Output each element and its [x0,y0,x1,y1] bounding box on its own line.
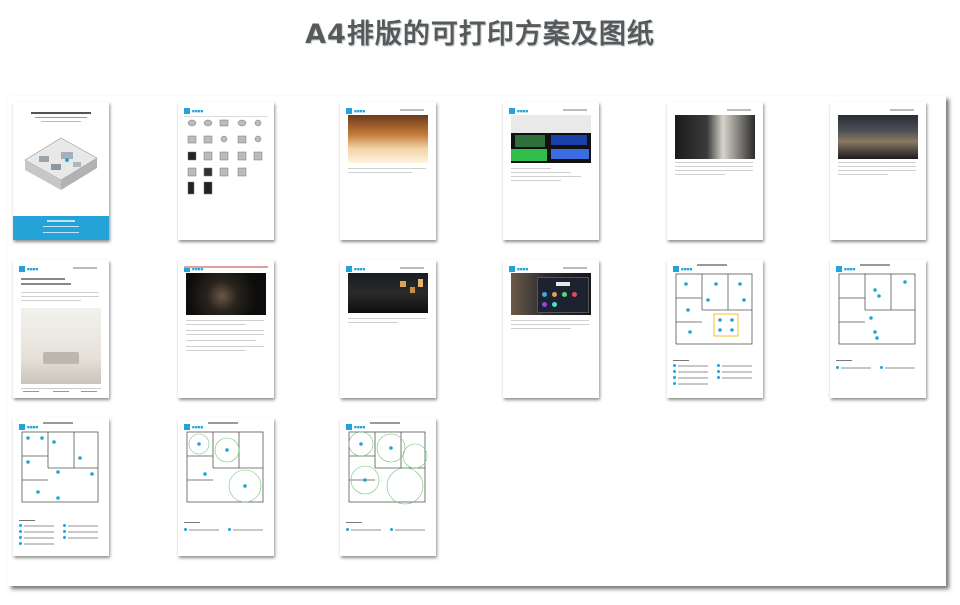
page-title: A4排版的可打印方案及图纸 [305,19,655,50]
bedroom-photo [348,115,428,163]
floorplan-drawing [21,431,99,503]
thumbnail-floorplan-ceiling-lights[interactable]: ■■■■ [667,260,763,398]
thumbnail-smart-panel[interactable]: ■■■■ [503,260,599,398]
interior-photo [21,308,101,384]
thumbnail-product-grid[interactable]: ■■■■ [178,102,274,240]
product-icons-grid [187,119,263,195]
document-sheet: ■■■■ ■■■■ ■■■■ ■■■■ ■■■■ ■■■■ ■■■■ ■■■■ … [8,96,946,586]
thumbnail-dark-hand[interactable]: ■■■■ [178,260,274,398]
thumbnail-doorway[interactable] [667,102,763,240]
floorplan-drawing [838,273,916,345]
thumbnail-night-building[interactable]: ■■■■ [340,260,436,398]
thumbnail-led-strips[interactable]: ■■■■ [503,102,599,240]
thumbnail-floorplan-coverage[interactable]: ■■■■ [340,418,436,556]
floorplan-drawing [348,431,428,505]
floorplan-3d-illustration [24,137,98,190]
floorplan-drawing [186,431,264,503]
brand-logo: ■■■■ [184,108,203,114]
night-building-photo [348,273,428,313]
living-room-photo [838,115,918,159]
thumbnail-living-room[interactable] [830,102,926,240]
thumbnail-floorplan-sensors[interactable]: ■■■■ [178,418,274,556]
thumbnail-floorplan-switches[interactable]: ■■■■ [13,418,109,556]
doorway-photo [675,115,755,159]
thumbnail-interior-cover[interactable]: ■■■■ [13,260,109,398]
thumbnail-floorplan-sockets[interactable]: ■■■■ [830,260,926,398]
thumbnail-cover[interactable] [13,102,109,240]
smart-panel-photo [511,273,591,315]
thumbnail-bedroom[interactable]: ■■■■ [340,102,436,240]
dark-hand-photo [186,273,266,315]
led-strip-photo [511,115,591,163]
floorplan-drawing [675,273,753,345]
